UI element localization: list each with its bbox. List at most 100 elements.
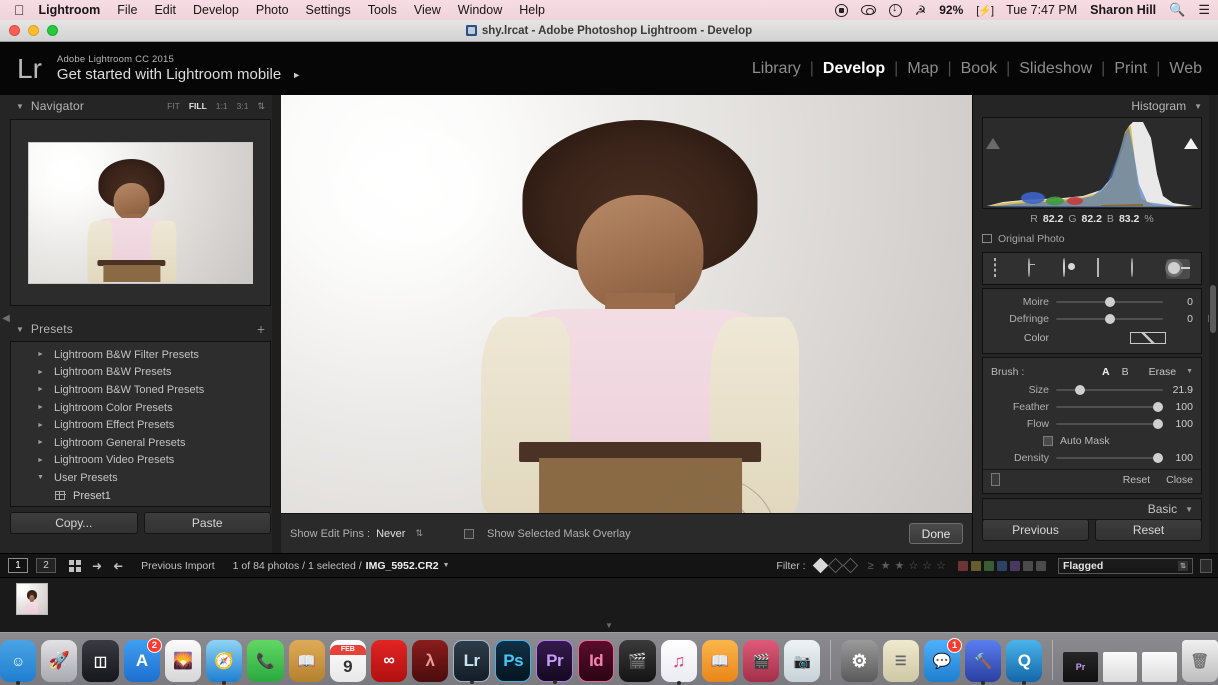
checkbox-icon[interactable]	[1043, 435, 1053, 446]
stepper-icon[interactable]: ⇅	[415, 528, 423, 539]
list-item[interactable]: ► Lightroom General Presets	[11, 434, 270, 452]
dock-item-photoshop[interactable]: Ps	[494, 640, 532, 682]
user-name[interactable]: Sharon Hill	[1090, 3, 1156, 17]
dock-item-stickies[interactable]: ☰	[882, 640, 919, 682]
star-icon[interactable]: ☆	[922, 559, 932, 572]
slider-row[interactable]: Flow 100	[983, 415, 1201, 432]
triangle-down-icon[interactable]: ▼	[1194, 102, 1202, 111]
done-button[interactable]: Done	[909, 523, 963, 544]
photo-viewport[interactable]	[281, 95, 972, 601]
color-label-green[interactable]	[984, 560, 994, 571]
menu-item-develop[interactable]: Develop	[193, 3, 239, 17]
filmstrip-thumbnail[interactable]	[16, 583, 48, 615]
list-item[interactable]: ► Lightroom Color Presets	[11, 399, 270, 417]
zoom-fill[interactable]: FILL	[189, 101, 207, 111]
dock-item-app-store[interactable]: A2	[123, 638, 162, 682]
dock-item-creative-cloud[interactable]: ∞	[370, 640, 408, 682]
presets-header[interactable]: ▼ Presets +	[10, 318, 271, 340]
module-map[interactable]: Map	[898, 60, 947, 78]
battery-percent[interactable]: 92%	[939, 3, 963, 17]
dock-item-indesign[interactable]: Id	[577, 640, 615, 682]
star-icon[interactable]: ☆	[936, 559, 946, 572]
menu-item-help[interactable]: Help	[519, 3, 545, 17]
close-button[interactable]	[9, 25, 20, 36]
dock-item-photo-booth[interactable]: 🎬	[743, 640, 780, 682]
star-icon[interactable]: ☆	[908, 559, 918, 572]
dock-item-itunes[interactable]: ♫	[660, 640, 697, 685]
brush-a-button[interactable]: A	[1102, 366, 1110, 378]
original-photo-row[interactable]: Original Photo	[982, 229, 1202, 248]
current-filename[interactable]: IMG_5952.CR2	[366, 560, 439, 572]
promo-block[interactable]: Adobe Lightroom CC 2015 Get started with…	[57, 54, 301, 83]
module-print[interactable]: Print	[1105, 60, 1156, 78]
color-label-yellow[interactable]	[971, 560, 981, 571]
shadow-clipping-icon[interactable]	[986, 121, 1000, 149]
histogram-header[interactable]: Histogram ▼	[982, 95, 1202, 117]
arrow-left-icon[interactable]: ➜	[92, 559, 102, 573]
slider-row[interactable]: Density 100	[983, 449, 1201, 466]
spotlight-search-icon[interactable]: 🔍	[1169, 2, 1185, 18]
screen-2-button[interactable]: 2	[36, 558, 56, 573]
wifi-icon[interactable]: ☭	[915, 4, 927, 17]
triangle-right-icon[interactable]: ►	[37, 351, 45, 358]
slider-row[interactable]: Feather 100	[983, 398, 1201, 415]
list-item[interactable]: ▼ User Presets	[11, 469, 270, 487]
histogram-graph[interactable]	[982, 117, 1202, 209]
graduated-filter-tool[interactable]	[1097, 257, 1121, 279]
color-row[interactable]: Color	[983, 327, 1201, 349]
triangle-right-icon[interactable]: ►	[37, 422, 45, 429]
color-label-blue[interactable]	[997, 560, 1007, 571]
zoom-button[interactable]	[47, 25, 58, 36]
dock-item-quicktime[interactable]: Q	[1006, 640, 1043, 685]
dock-item-mission-control[interactable]: ◫	[82, 640, 119, 682]
density-slider[interactable]	[1056, 452, 1163, 464]
color-label-red[interactable]	[958, 560, 968, 571]
apple-icon[interactable]: 	[14, 3, 25, 17]
menu-item-tools[interactable]: Tools	[368, 3, 397, 17]
triangle-down-icon[interactable]: ▼	[605, 621, 613, 630]
screen-record-icon[interactable]	[834, 3, 848, 17]
filter-preset-select[interactable]: Flagged ⇅	[1058, 557, 1193, 574]
image-canvas[interactable]: Show Edit Pins : Never ⇅ Show Selected M…	[281, 95, 972, 601]
auto-mask-row[interactable]: Auto Mask	[983, 432, 1201, 449]
list-item[interactable]: ► Lightroom Video Presets	[11, 452, 270, 470]
highlight-clipping-icon[interactable]	[1184, 121, 1198, 149]
menu-item-edit[interactable]: Edit	[154, 3, 176, 17]
list-item[interactable]: ► Lightroom B&W Toned Presets	[11, 381, 270, 399]
module-library[interactable]: Library	[743, 60, 810, 78]
color-label-custom[interactable]	[1036, 560, 1046, 571]
triangle-down-icon[interactable]: ▼	[16, 325, 24, 334]
slider-row[interactable]: Size 21.9	[983, 381, 1201, 398]
triangle-down-icon[interactable]: ▼	[1186, 368, 1193, 375]
slider-row[interactable]: Moire 0	[983, 293, 1201, 310]
menu-item-photo[interactable]: Photo	[256, 3, 289, 17]
menu-item-view[interactable]: View	[414, 3, 441, 17]
brush-erase-button[interactable]: Erase	[1149, 366, 1176, 378]
brush-close-link[interactable]: Close	[1166, 474, 1193, 486]
reset-button[interactable]: Reset	[1095, 519, 1202, 541]
menu-item-settings[interactable]: Settings	[306, 3, 351, 17]
star-icon[interactable]: ★	[895, 559, 905, 572]
triangle-down-icon[interactable]: ▼	[37, 474, 45, 481]
plus-icon[interactable]: +	[257, 322, 265, 336]
promo-message[interactable]: Get started with Lightroom mobile ►	[57, 66, 301, 83]
show-edit-pins-control[interactable]: Show Edit Pins : Never ⇅	[290, 528, 423, 540]
previous-button[interactable]: Previous	[982, 519, 1089, 541]
dock-item-ibooks[interactable]: 📖	[701, 640, 739, 682]
zoom-3-1[interactable]: 3:1	[237, 101, 249, 111]
triangle-right-icon[interactable]: ►	[37, 404, 45, 411]
dock-doc-text-document[interactable]	[1102, 652, 1138, 682]
slider-row[interactable]: Defringe 0	[983, 310, 1201, 327]
flag-rejected-icon[interactable]	[842, 557, 858, 574]
checkbox-icon[interactable]	[463, 528, 474, 539]
dock-item-lightroom[interactable]: Lr	[453, 640, 490, 684]
triangle-right-icon[interactable]: ►	[37, 439, 45, 446]
dock-item-calendar[interactable]: FEB 9	[329, 640, 366, 682]
copy-button[interactable]: Copy...	[10, 512, 138, 534]
defringe-slider[interactable]	[1056, 313, 1163, 325]
dock-item-messages[interactable]: 💬 1	[923, 638, 962, 682]
zoom-1-1[interactable]: 1:1	[216, 101, 228, 111]
list-item[interactable]: Preset1	[11, 487, 270, 505]
filter-lock-icon[interactable]	[1200, 558, 1212, 573]
right-panel-scrollbar[interactable]	[1209, 95, 1217, 553]
